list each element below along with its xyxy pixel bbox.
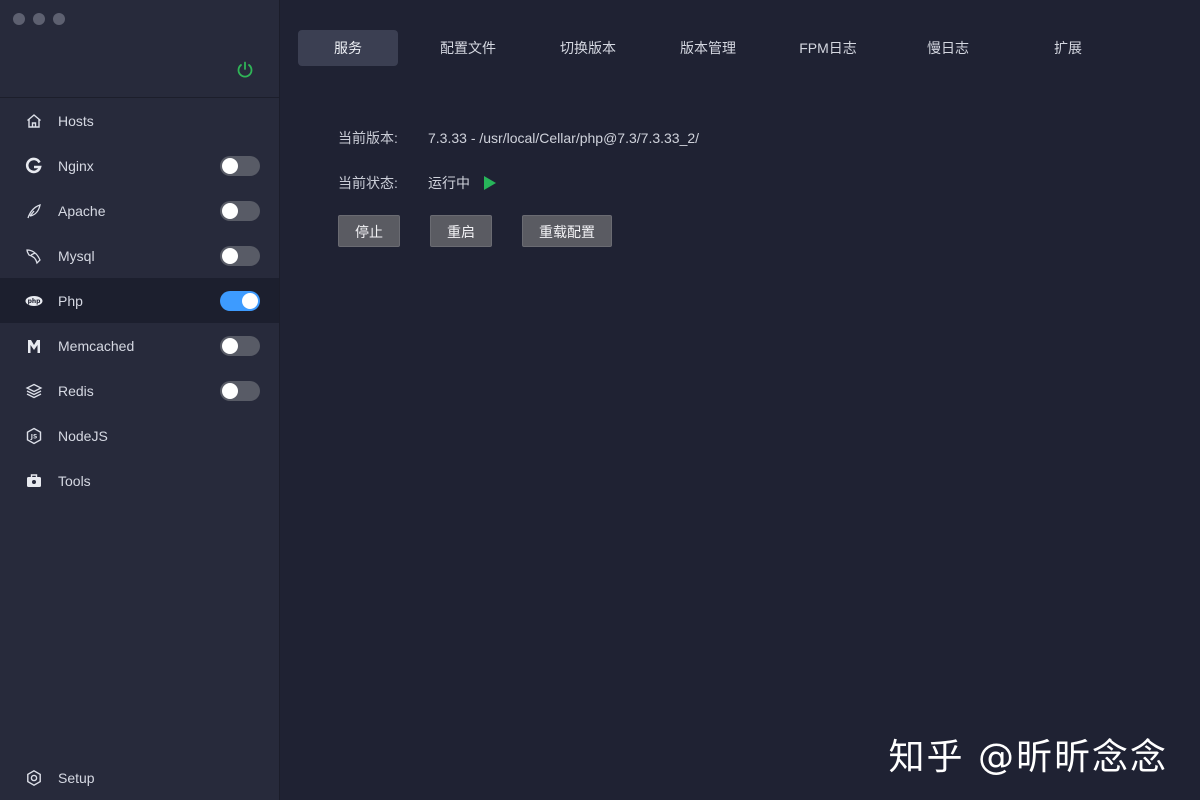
- sidebar-item-label: Setup: [58, 769, 95, 786]
- tab-extensions[interactable]: 扩展: [1018, 30, 1118, 66]
- version-value: 7.3.33 - /usr/local/Cellar/php@7.3/7.3.3…: [428, 130, 700, 146]
- redis-toggle[interactable]: [220, 380, 260, 401]
- window-controls: [13, 13, 65, 25]
- action-buttons: 停止 重启 重载配置: [338, 215, 642, 247]
- zoom-window-button[interactable]: [53, 13, 65, 25]
- sidebar-nav: Hosts Nginx Apache Mysql php Php Memcach…: [0, 98, 279, 503]
- sidebar-item-redis[interactable]: Redis: [0, 368, 279, 413]
- php-toggle[interactable]: [220, 290, 260, 311]
- memcached-icon: [24, 336, 44, 356]
- layers-icon: [24, 381, 44, 401]
- sidebar-item-label: Apache: [58, 202, 106, 219]
- memcached-toggle[interactable]: [220, 335, 260, 356]
- sidebar-item-label: Redis: [58, 382, 94, 399]
- sidebar-item-memcached[interactable]: Memcached: [0, 323, 279, 368]
- sidebar-item-label: Tools: [58, 472, 91, 489]
- sidebar-item-label: Nginx: [58, 157, 94, 174]
- sidebar-item-setup[interactable]: Setup: [0, 755, 280, 800]
- status-row: 当前状态: 运行中: [338, 173, 699, 193]
- toggle-knob: [242, 292, 258, 309]
- play-icon[interactable]: [484, 176, 496, 190]
- sidebar-item-php[interactable]: php Php: [0, 278, 279, 323]
- php-icon: php: [24, 291, 44, 311]
- stop-button[interactable]: 停止: [338, 215, 400, 247]
- tab-slow-log[interactable]: 慢日志: [898, 30, 998, 66]
- app-window: Hosts Nginx Apache Mysql php Php Memcach…: [0, 0, 1200, 800]
- sidebar-item-label: NodeJS: [58, 427, 108, 444]
- toolbox-icon: [24, 471, 44, 491]
- feather-icon: [24, 201, 44, 221]
- gear-icon: [24, 768, 44, 788]
- sidebar-item-apache[interactable]: Apache: [0, 188, 279, 233]
- tab-config-file[interactable]: 配置文件: [418, 30, 518, 66]
- tab-switch-version[interactable]: 切换版本: [538, 30, 638, 66]
- apache-toggle[interactable]: [220, 200, 260, 221]
- close-window-button[interactable]: [13, 13, 25, 25]
- tab-fpm-log[interactable]: FPM日志: [778, 30, 878, 66]
- toggle-knob: [222, 202, 238, 219]
- toggle-knob: [222, 337, 238, 354]
- sidebar-header: [0, 0, 279, 98]
- svg-text:JS: JS: [30, 433, 38, 440]
- restart-button[interactable]: 重启: [430, 215, 492, 247]
- tab-service[interactable]: 服务: [298, 30, 398, 66]
- sidebar-item-label: Hosts: [58, 112, 94, 129]
- mysql-toggle[interactable]: [220, 245, 260, 266]
- sidebar-item-mysql[interactable]: Mysql: [0, 233, 279, 278]
- svg-text:php: php: [28, 298, 42, 305]
- service-info: 当前版本: 7.3.33 - /usr/local/Cellar/php@7.3…: [338, 128, 699, 218]
- dolphin-icon: [24, 246, 44, 266]
- version-label: 当前版本:: [338, 130, 398, 146]
- toggle-knob: [222, 247, 238, 264]
- tab-bar: 服务 配置文件 切换版本 版本管理 FPM日志 慢日志 扩展: [298, 30, 1138, 66]
- toggle-knob: [222, 157, 238, 174]
- sidebar-item-nginx[interactable]: Nginx: [0, 143, 279, 188]
- tab-version-manage[interactable]: 版本管理: [658, 30, 758, 66]
- home-icon: [24, 111, 44, 131]
- reload-config-button[interactable]: 重载配置: [522, 215, 612, 247]
- nodejs-icon: JS: [24, 426, 44, 446]
- toggle-knob: [222, 382, 238, 399]
- nginx-toggle[interactable]: [220, 155, 260, 176]
- nginx-icon: [24, 156, 44, 176]
- minimize-window-button[interactable]: [33, 13, 45, 25]
- status-value: 运行中: [428, 175, 470, 191]
- sidebar-item-nodejs[interactable]: JS NodeJS: [0, 413, 279, 458]
- status-label: 当前状态:: [338, 175, 398, 191]
- sidebar-item-label: Php: [58, 292, 83, 309]
- main-panel: 服务 配置文件 切换版本 版本管理 FPM日志 慢日志 扩展 当前版本: 7.3…: [280, 0, 1200, 800]
- sidebar-item-label: Memcached: [58, 337, 135, 354]
- sidebar-item-label: Mysql: [58, 247, 95, 264]
- sidebar: Hosts Nginx Apache Mysql php Php Memcach…: [0, 0, 280, 800]
- sidebar-item-hosts[interactable]: Hosts: [0, 98, 279, 143]
- sidebar-item-tools[interactable]: Tools: [0, 458, 279, 503]
- watermark: 知乎 @昕昕念念: [888, 737, 1168, 778]
- power-icon[interactable]: [235, 60, 255, 80]
- version-row: 当前版本: 7.3.33 - /usr/local/Cellar/php@7.3…: [338, 128, 699, 148]
